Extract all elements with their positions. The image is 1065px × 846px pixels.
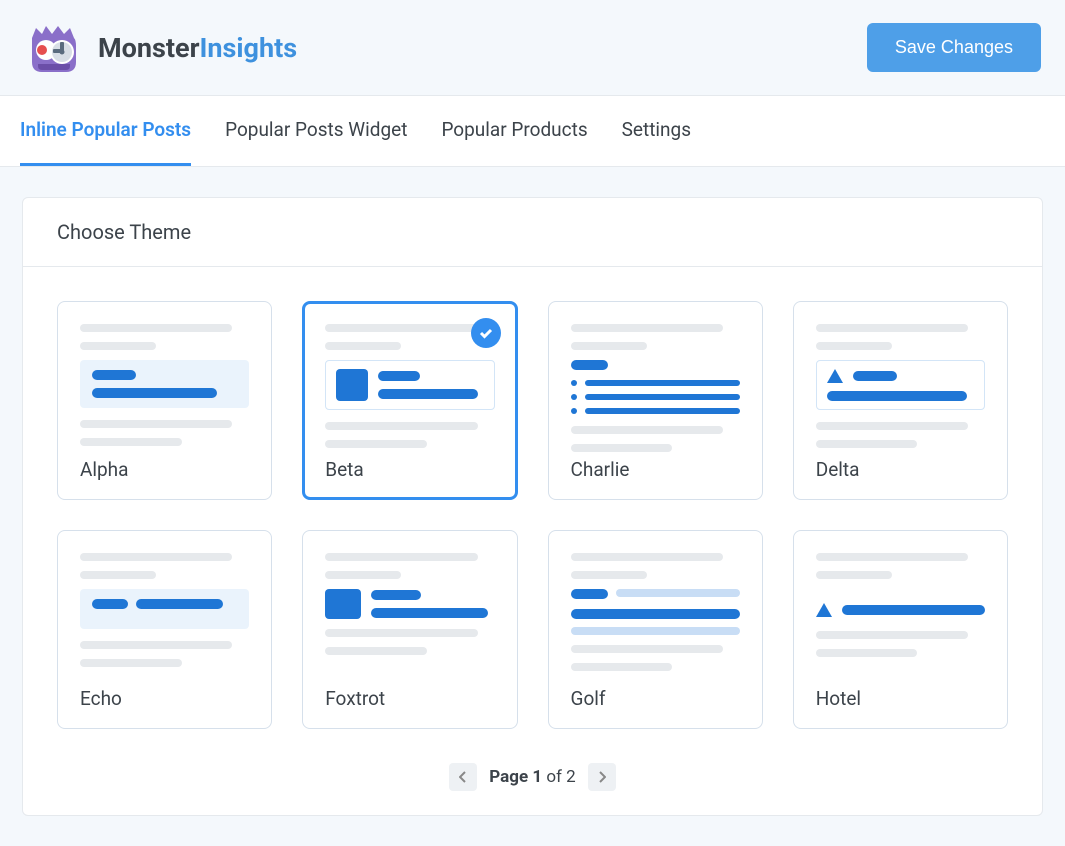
theme-preview <box>571 324 740 442</box>
theme-label: Beta <box>325 458 494 481</box>
theme-preview <box>80 324 249 442</box>
theme-card-beta[interactable]: Beta <box>302 301 517 500</box>
content: Choose Theme Alpha <box>0 167 1065 846</box>
prev-page-button[interactable] <box>449 763 477 791</box>
save-changes-button[interactable]: Save Changes <box>867 23 1041 72</box>
theme-label: Delta <box>816 458 985 481</box>
theme-card-echo[interactable]: Echo <box>57 530 272 729</box>
choose-theme-panel: Choose Theme Alpha <box>22 197 1043 816</box>
theme-label: Golf <box>571 687 740 710</box>
chevron-right-icon <box>598 771 606 783</box>
theme-preview <box>325 553 494 671</box>
tab-settings[interactable]: Settings <box>622 96 691 166</box>
theme-preview <box>80 553 249 671</box>
theme-label: Alpha <box>80 458 249 481</box>
chevron-left-icon <box>459 771 467 783</box>
theme-card-golf[interactable]: Golf <box>548 530 763 729</box>
theme-label: Echo <box>80 687 249 710</box>
theme-grid: Alpha <box>23 267 1042 763</box>
theme-preview <box>325 324 494 442</box>
monster-logo-icon <box>24 20 84 75</box>
logo-text: MonsterInsights <box>98 32 297 64</box>
theme-label: Hotel <box>816 687 985 710</box>
logo: MonsterInsights <box>24 20 297 75</box>
theme-preview <box>571 553 740 671</box>
tab-popular-products[interactable]: Popular Products <box>441 96 587 166</box>
theme-label: Foxtrot <box>325 687 494 710</box>
header: MonsterInsights Save Changes <box>0 0 1065 96</box>
theme-label: Charlie <box>571 458 740 481</box>
panel-title: Choose Theme <box>23 198 1042 267</box>
theme-preview <box>816 324 985 442</box>
tab-popular-posts-widget[interactable]: Popular Posts Widget <box>225 96 407 166</box>
theme-card-hotel[interactable]: Hotel <box>793 530 1008 729</box>
tab-inline-popular-posts[interactable]: Inline Popular Posts <box>20 96 191 166</box>
page-indicator: Page 1 of 2 <box>489 767 575 787</box>
theme-card-delta[interactable]: Delta <box>793 301 1008 500</box>
theme-card-charlie[interactable]: Charlie <box>548 301 763 500</box>
theme-preview <box>816 553 985 671</box>
theme-card-foxtrot[interactable]: Foxtrot <box>302 530 517 729</box>
pagination: Page 1 of 2 <box>23 763 1042 815</box>
next-page-button[interactable] <box>588 763 616 791</box>
tabs-nav: Inline Popular Posts Popular Posts Widge… <box>0 96 1065 167</box>
theme-card-alpha[interactable]: Alpha <box>57 301 272 500</box>
selected-check-icon <box>471 318 501 348</box>
